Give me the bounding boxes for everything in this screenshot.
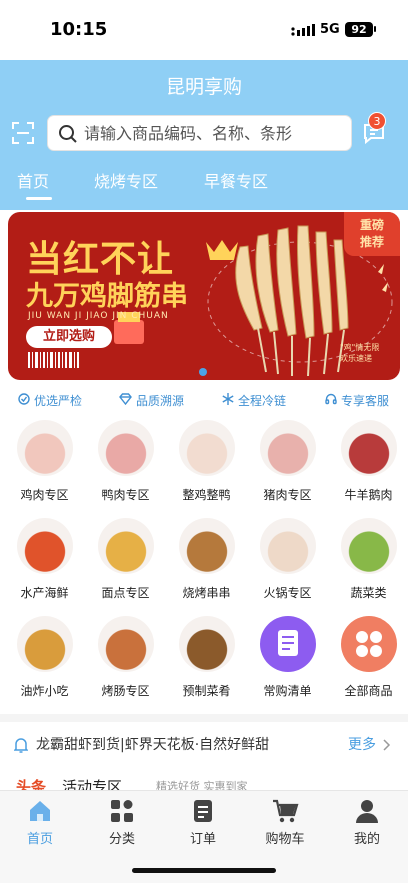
tabbar-cart[interactable]: 购物车 — [255, 797, 315, 847]
feature-strip: 优选严检 品质溯源 全程冷链 专享客服 — [0, 392, 408, 412]
all-products-icon — [341, 616, 397, 672]
feature-item: 专享客服 — [325, 392, 389, 409]
category-label: 猪肉专区 — [263, 488, 312, 502]
search-icon — [59, 125, 77, 143]
seafood-icon — [17, 518, 73, 574]
tabbar-label: 我的 — [353, 832, 380, 847]
network-label: 5G — [320, 22, 340, 37]
category-label: 烤肠专区 — [101, 684, 150, 698]
diamond-icon — [119, 393, 132, 405]
cart-icon — [273, 799, 299, 823]
status-time: 10:15 — [50, 19, 108, 40]
active-tab-indicator — [26, 197, 52, 200]
battery-nub — [374, 26, 376, 32]
feature-item: 品质溯源 — [119, 392, 184, 409]
bell-icon — [14, 738, 28, 753]
pork-icon — [260, 420, 316, 476]
tabbar-home[interactable]: 首页 — [10, 797, 70, 847]
carousel-indicator — [199, 368, 207, 376]
search-box[interactable] — [47, 115, 352, 151]
message-badge: 3 — [368, 112, 386, 130]
list-icon — [260, 616, 316, 672]
category-label: 常购清单 — [263, 684, 312, 698]
tabbar-orders[interactable]: 订单 — [173, 797, 233, 847]
tabbar-label: 订单 — [189, 832, 216, 847]
search-input[interactable] — [84, 120, 346, 146]
banner-pinyin: JIU WAN JI JIAO JIN CHUAN — [28, 311, 169, 321]
category-label: 全部商品 — [344, 684, 393, 698]
category-label: 牛羊鹅肉 — [344, 488, 393, 502]
category-label: 水产海鲜 — [20, 586, 69, 600]
banner-note-line2: 欢乐速递 — [340, 354, 372, 363]
hotpot-icon — [260, 518, 316, 574]
promo-banner[interactable]: 当红不让 九万鸡脚筋串 JIU WAN JI JIAO JIN CHUAN 立即… — [8, 212, 400, 380]
check-circle-icon — [18, 393, 30, 405]
headset-icon — [325, 393, 337, 405]
chevron-right-icon — [383, 739, 391, 751]
tabbar-category[interactable]: 分类 — [92, 797, 152, 847]
banner-tag: 重磅 推荐 — [344, 212, 400, 256]
chicken-meat-icon — [17, 420, 73, 476]
home-icon — [30, 801, 50, 821]
tab-bbq[interactable]: 烧烤专区 — [94, 168, 158, 192]
tab-breakfast[interactable]: 早餐专区 — [204, 168, 268, 192]
duck-meat-icon — [98, 420, 154, 476]
category-label: 烧烤串串 — [182, 586, 231, 600]
category-label: 油炸小吃 — [20, 684, 69, 698]
banner-tag-line2: 推荐 — [359, 235, 384, 249]
category-label: 火锅专区 — [263, 586, 312, 600]
notice-text: 龙霸甜虾到货|虾界天花板·自然好鲜甜 — [36, 737, 270, 753]
banner-title-line2: 九万鸡脚筋串 — [26, 281, 188, 312]
app-title: 昆明享购 — [165, 76, 242, 98]
feature-item: 全程冷链 — [222, 392, 286, 409]
vegetable-icon — [341, 518, 397, 574]
tab-home[interactable]: 首页 — [17, 168, 49, 192]
category-icon — [111, 800, 133, 822]
signal-icon — [291, 24, 315, 36]
profile-icon — [356, 800, 378, 823]
category-label: 面点专区 — [101, 586, 150, 600]
prepared-dish-icon — [179, 616, 235, 672]
skewer-icon — [179, 518, 235, 574]
feature-label: 全程冷链 — [238, 394, 287, 408]
banner-buy-button[interactable]: 立即选购 — [26, 326, 112, 348]
tabbar-profile[interactable]: 我的 — [337, 797, 397, 847]
category-label: 预制菜肴 — [182, 684, 231, 698]
home-indicator — [132, 868, 276, 873]
notice-bar[interactable]: 龙霸甜虾到货|虾界天花板·自然好鲜甜 更多 — [0, 730, 408, 756]
category-label: 整鸡整鸭 — [182, 488, 231, 502]
category-label: 鸡肉专区 — [20, 488, 69, 502]
snowflake-icon — [222, 393, 234, 405]
category-label: 蔬菜类 — [350, 586, 387, 600]
feature-label: 专享客服 — [341, 394, 390, 408]
pastry-icon — [98, 518, 154, 574]
beef-icon — [341, 420, 397, 476]
banner-note: "鸡"情无限 欢乐速递 — [340, 342, 379, 364]
top-tabs: 首页 烧烤专区 早餐专区 — [0, 168, 408, 200]
tabbar-label: 首页 — [26, 832, 53, 847]
whole-chicken-icon — [179, 420, 235, 476]
notice-more-link[interactable]: 更多 — [348, 734, 376, 754]
feature-label: 品质溯源 — [136, 394, 185, 408]
section-divider — [0, 714, 408, 722]
status-bar: 10:15 5G 92 — [0, 0, 408, 60]
feature-item: 优选严检 — [18, 392, 82, 409]
order-icon — [194, 800, 212, 822]
feature-label: 优选严检 — [34, 394, 83, 408]
battery-icon: 92 — [345, 22, 373, 37]
category-label: 鸭肉专区 — [101, 488, 150, 502]
banner-note-line1: "鸡"情无限 — [340, 343, 380, 352]
banner-tag-line1: 重磅 — [359, 218, 384, 232]
fried-snack-icon — [17, 616, 73, 672]
sausage-icon — [98, 616, 154, 672]
scan-icon[interactable] — [12, 122, 34, 144]
tabbar-label: 购物车 — [265, 832, 305, 847]
tabbar-label: 分类 — [108, 832, 135, 847]
